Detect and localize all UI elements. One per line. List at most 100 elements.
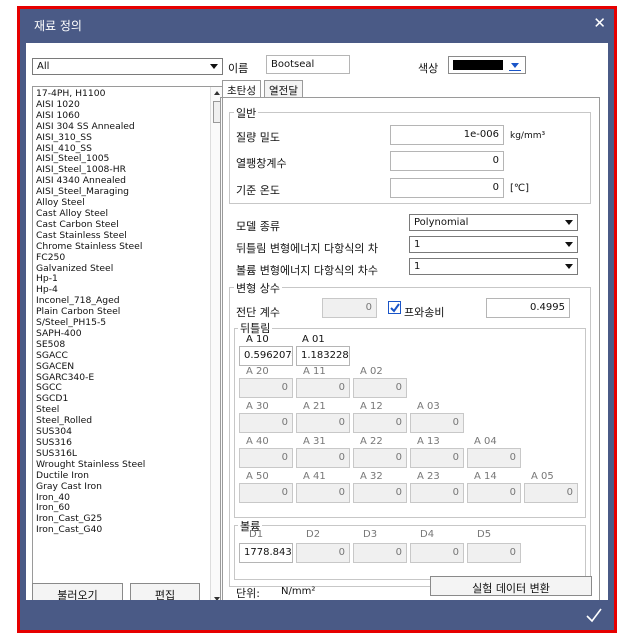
confirm-check-icon[interactable] [584,605,604,625]
dialog-footer [20,600,614,630]
name-label: 이름 [228,62,249,75]
coef-label: A 04 [474,436,497,447]
coef-label: A 12 [360,401,383,412]
material-list-item[interactable]: AISI 304 SS Annealed [36,121,222,133]
tab-heat-transfer[interactable]: 열전달 [264,80,303,97]
density-label: 질량 밀도 [236,131,280,144]
coef-label: A 14 [474,471,497,482]
volume-coef-input[interactable]: 0 [353,543,407,563]
coef-label: A 23 [417,471,440,482]
coef-label: A 30 [246,401,269,412]
coef-label: A 32 [360,471,383,482]
color-picker[interactable] [448,56,526,74]
material-list-item[interactable]: SGACEN [36,361,222,373]
coef-input[interactable]: 0 [353,413,407,433]
model-type-label: 모델 종류 [236,220,280,233]
material-list-item[interactable]: AISI_310_SS [36,132,222,144]
material-list-item[interactable]: Hp-1 [36,274,222,285]
poisson-label: 프와송비 [404,306,445,319]
volume-coef-input[interactable]: 0 [410,543,464,563]
material-list-items: 17-4PH, H1100 AISI 1020 AISI 1060 AISI 304 … [33,87,222,536]
material-list-item[interactable]: Iron_Cast_G40 [36,524,222,536]
coef-input[interactable]: 0 [410,448,464,468]
coef-input[interactable]: 0 [296,483,350,503]
coef-input[interactable]: 0 [467,448,521,468]
volume-coef-label: D3 [363,529,378,540]
coef-input[interactable]: 0 [239,378,293,398]
color-swatch [453,60,503,70]
model-type-select[interactable]: Polynomial [409,214,578,231]
material-list-item[interactable]: SGARC340-E [36,372,222,384]
material-list-item[interactable]: Ductile Iron [36,470,222,482]
coef-input[interactable]: 0 [353,483,407,503]
coef-input[interactable]: 0 [410,413,464,433]
a10-input[interactable]: 0.596207€ [239,346,293,366]
distortion-order-label: 뒤틀림 변형에너지 다항식의 차 [236,242,379,255]
material-list-item[interactable]: Chrome Stainless Steel [36,241,222,253]
coef-input[interactable]: 0 [524,483,578,503]
expansion-label: 열팽창계수 [236,157,287,170]
volume-order-select[interactable]: 1 [409,258,578,275]
a10-label: A 10 [246,334,269,345]
coef-label: A 50 [246,471,269,482]
coef-label: A 21 [303,401,326,412]
shear-modulus-label: 전단 계수 [236,306,280,319]
coef-label: A 03 [417,401,440,412]
checkmark-icon [390,303,400,313]
constants-title: 변형 상수 [234,280,282,296]
dialog-title: 재료 정의 [34,19,82,33]
coef-label: A 31 [303,436,326,447]
material-definition-dialog: 재료 정의 ✕ All 17-4PH, H1100 AISI 1020 AISI 1… [17,6,617,633]
distortion-order-select[interactable]: 1 [409,236,578,253]
coef-input[interactable]: 0 [239,413,293,433]
dialog-content: All 17-4PH, H1100 AISI 1020 AISI 1060 AISI … [26,43,608,606]
color-label: 색상 [418,62,439,75]
density-unit: kg/mm³ [510,131,546,141]
convert-test-data-button[interactable]: 실험 데이터 변환 [430,576,592,596]
volume-coef-input[interactable]: 1778.8431 [239,543,293,563]
chevron-down-icon [565,242,573,247]
coef-label: A 22 [360,436,383,447]
unit-value: N/mm² [281,586,316,597]
volume-coef-label: D5 [477,529,492,540]
material-filter-value: All [37,61,50,72]
tab-hyperelastic[interactable]: 초탄성 [222,80,261,97]
coef-label: A 40 [246,436,269,447]
material-list-item[interactable]: SGCD1 [36,393,222,405]
coef-input[interactable]: 0 [353,378,407,398]
coef-label: A 11 [303,366,326,377]
poisson-input[interactable]: 0.4995 [486,298,570,318]
scroll-up-icon[interactable] [214,91,220,95]
coef-input[interactable]: 0 [353,448,407,468]
volume-coef-input[interactable]: 0 [467,543,521,563]
ref-temp-input[interactable]: 0 [390,178,504,198]
material-list-item[interactable]: Galvanized Steel [36,263,222,275]
coef-input[interactable]: 0 [239,448,293,468]
ref-temp-unit: [℃] [510,183,530,194]
volume-coef-input[interactable]: 0 [296,543,350,563]
a01-label: A 01 [302,334,325,345]
coef-input[interactable]: 0 [296,378,350,398]
color-dropdown-icon[interactable] [509,59,521,71]
material-list-item[interactable]: FC250 [36,252,222,264]
material-filter-select[interactable]: All [32,58,223,75]
material-list-item[interactable]: Gray Cast Iron [36,481,222,493]
coef-input[interactable]: 0 [467,483,521,503]
coef-input[interactable]: 0 [296,413,350,433]
shear-modulus-input[interactable]: 0 [322,298,377,318]
volume-coef-label: D4 [420,529,435,540]
close-icon[interactable]: ✕ [593,14,606,32]
coef-input[interactable]: 0 [239,483,293,503]
coef-input[interactable]: 0 [410,483,464,503]
a01-input[interactable]: 1.183228€ [296,346,350,366]
chevron-down-icon [565,220,573,225]
expansion-input[interactable]: 0 [390,151,504,171]
name-input[interactable]: Bootseal [266,55,350,74]
volume-order-label: 볼륨 변형에너지 다항식의 차수 [236,264,379,277]
density-input[interactable]: 1e-006 [390,125,504,145]
coef-input[interactable]: 0 [296,448,350,468]
material-list[interactable]: 17-4PH, H1100 AISI 1020 AISI 1060 AISI 304 … [32,86,223,606]
coef-label: A 41 [303,471,326,482]
poisson-checkbox[interactable] [388,301,401,314]
coef-label: A 13 [417,436,440,447]
